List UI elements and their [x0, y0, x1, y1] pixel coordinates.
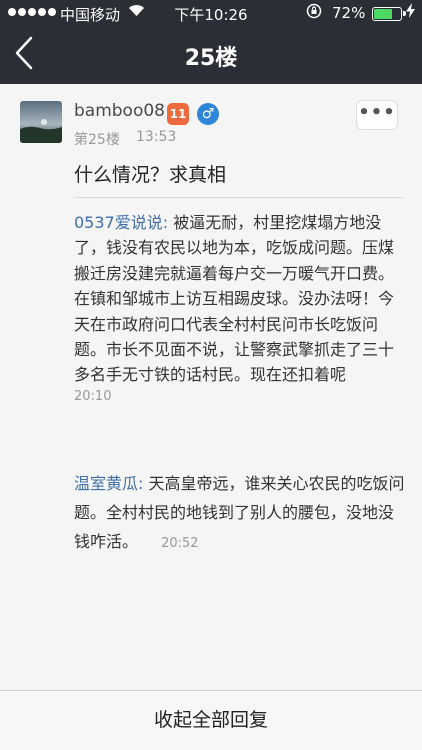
more-options-button[interactable]: ••• [356, 100, 398, 130]
username[interactable]: bamboo08 [74, 101, 165, 121]
reply-item: 0537爱说说: 被逼无耐，村里挖煤塌方地没了，钱没有农民以地为本，吃饭成问题。… [74, 210, 406, 405]
post-content: 什么情况？求真相 [74, 164, 227, 186]
reply-time: 20:10 [74, 388, 112, 404]
battery-percentage: 72% [332, 4, 366, 22]
battery-icon [372, 7, 406, 21]
level-badge: 11 [167, 103, 189, 125]
rotation-lock-icon [306, 3, 322, 23]
floor-number: 第25楼 [74, 132, 120, 148]
post-time: 13:53 [136, 129, 177, 145]
reply-time: 20:52 [161, 536, 199, 551]
navigation-bar: 中国移动 下午10:26 72% 25楼 [0, 0, 422, 84]
status-bar: 中国移动 下午10:26 72% [0, 0, 422, 28]
avatar[interactable] [20, 101, 62, 143]
male-gender-icon: ♂ [197, 103, 219, 125]
battery-fill [374, 9, 393, 19]
reply-author[interactable]: 温室黄瓜: [74, 474, 143, 493]
collapse-replies-button[interactable]: 收起全部回复 [0, 690, 422, 750]
reply-text: 被逼无耐，村里挖煤塌方地没了，钱没有农民以地为本，吃饭成问题。压煤搬迁房没建完就… [74, 213, 395, 385]
page-title: 25楼 [184, 46, 238, 71]
charging-bolt-icon [406, 3, 415, 22]
reply-author[interactable]: 0537爱说说: [74, 213, 168, 232]
divider [74, 197, 404, 198]
more-icon: ••• [358, 102, 396, 123]
reply-item: 温室黄瓜: 天高皇帝远，谁来关心农民的吃饭问题。全村村民的地钱到了别人的腰包，没… [74, 469, 406, 558]
floor-post: bamboo08 11 ♂ 第25楼 13:53 ••• 什么情况？求真相 05… [0, 84, 422, 690]
